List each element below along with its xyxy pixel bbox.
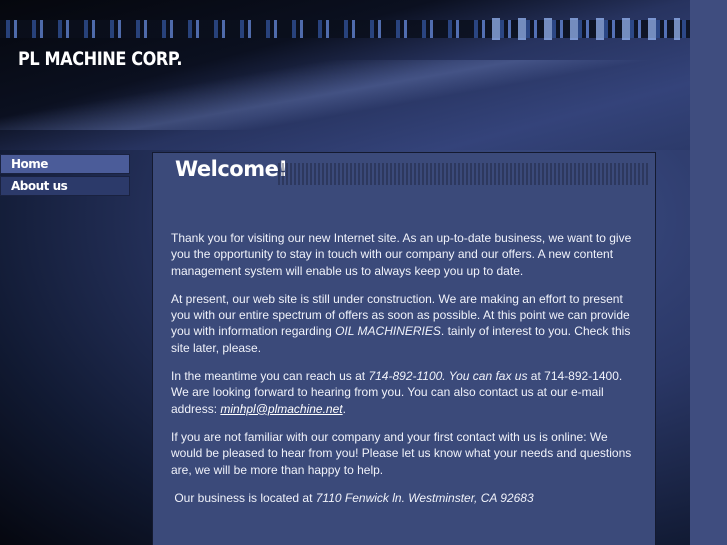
phone-number: 714-892-1100. You can fax us bbox=[368, 369, 528, 384]
paragraph-construction: At present, our web site is still under … bbox=[171, 291, 641, 356]
content-panel: Welcome! Thank you for visiting our new … bbox=[152, 152, 656, 545]
paragraph-intro: Thank you for visiting our new Internet … bbox=[171, 231, 632, 278]
paragraph-online: If you are not familiar with our company… bbox=[171, 429, 632, 477]
welcome-text: Thank you for visiting our new Internet … bbox=[171, 230, 641, 518]
right-column bbox=[690, 0, 727, 545]
company-logo[interactable]: PL MACHINE CORP. bbox=[18, 48, 183, 70]
page-title: Welcome! bbox=[175, 157, 288, 181]
text: In the meantime you can reach us at bbox=[171, 369, 369, 384]
title-decoration bbox=[278, 163, 648, 185]
text: . bbox=[342, 401, 346, 416]
banner-pixel-glow bbox=[480, 18, 680, 40]
header-banner: PL MACHINE CORP. bbox=[0, 0, 690, 150]
banner-swoosh bbox=[0, 60, 690, 130]
paragraph-address: Our business is located at 7110 Fenwick … bbox=[171, 490, 641, 506]
email-link[interactable]: minhpl@plmachine.net bbox=[220, 402, 342, 416]
text: Our business is located at bbox=[171, 490, 316, 505]
address: 7110 Fenwick ln. Westminster, CA 92683 bbox=[315, 490, 534, 505]
nav-home[interactable]: Home bbox=[0, 154, 130, 174]
nav-about-us[interactable]: About us bbox=[0, 176, 130, 196]
paragraph-contact: In the meantime you can reach us at 714-… bbox=[171, 368, 641, 417]
text-oil-machineries: OIL MACHINERIES bbox=[335, 324, 441, 339]
